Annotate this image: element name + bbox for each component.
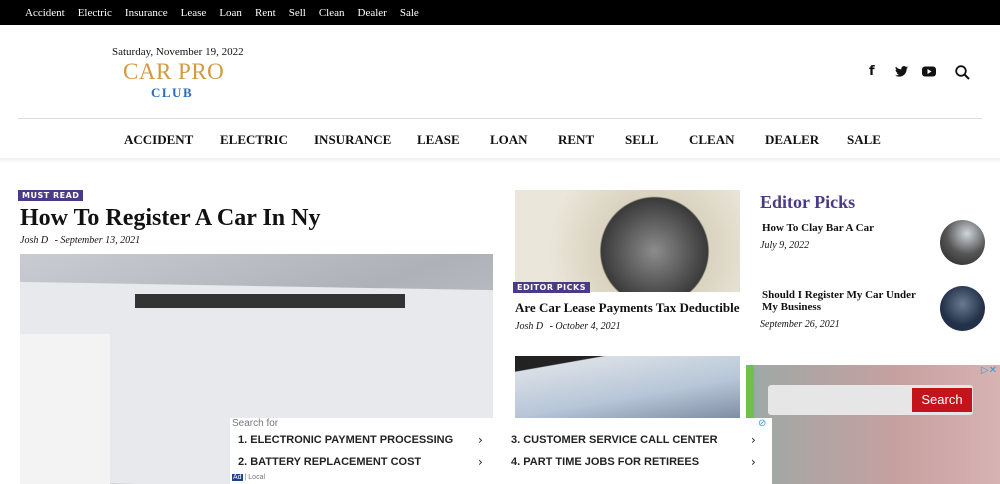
topnav-sell[interactable]: Sell [289, 7, 306, 19]
pick-date: July 9, 2022 [760, 240, 810, 251]
chevron-right-icon[interactable]: › [478, 433, 483, 447]
main-nav: ACCIDENT ELECTRIC INSURANCE LEASE LOAN R… [0, 132, 1000, 148]
ad-footer: Ad | Local [232, 474, 265, 481]
header-date: Saturday, November 19, 2022 [112, 46, 244, 58]
ad-search-button[interactable]: Search [912, 388, 972, 412]
divider [18, 118, 982, 119]
nav-electric[interactable]: ELECTRIC [220, 132, 288, 148]
chevron-right-icon[interactable]: › [751, 455, 756, 469]
article-image[interactable] [515, 190, 740, 292]
nav-sale[interactable]: SALE [847, 132, 881, 148]
twitter-icon[interactable] [895, 66, 908, 77]
ad-search-for: Search for [232, 418, 279, 429]
pick-thumbnail[interactable] [940, 286, 985, 331]
category-badge[interactable]: MUST READ [18, 190, 84, 201]
ad-link[interactable]: 4. PART TIME JOBS FOR RETIREES [511, 456, 699, 468]
pick-date: September 26, 2021 [760, 319, 840, 330]
ad-close-icon[interactable]: ▷✕ [981, 365, 997, 376]
nav-insurance[interactable]: INSURANCE [314, 132, 391, 148]
search-icon[interactable] [955, 65, 970, 80]
nav-accident[interactable]: ACCIDENT [124, 132, 193, 148]
topnav-sale[interactable]: Sale [400, 7, 419, 19]
pick-title[interactable]: How To Clay Bar A Car [762, 222, 932, 234]
chevron-right-icon[interactable]: › [478, 455, 483, 469]
author[interactable]: Josh D [20, 235, 48, 246]
topnav-clean[interactable]: Clean [319, 7, 345, 19]
chevron-right-icon[interactable]: › [751, 433, 756, 447]
adchoices-icon[interactable]: ⊘ [758, 418, 766, 429]
logo-subtitle[interactable]: CLUB [151, 85, 193, 101]
article-meta: Josh D - October 4, 2021 [515, 321, 621, 332]
ad-link[interactable]: 2. BATTERY REPLACEMENT COST [238, 456, 421, 468]
nav-sell[interactable]: SELL [625, 132, 658, 148]
author[interactable]: Josh D [515, 321, 543, 332]
ad-footer-text: | Local [244, 474, 266, 481]
post-date: - September 13, 2021 [54, 235, 141, 246]
category-badge[interactable]: EDITOR PICKS [513, 282, 590, 293]
top-nav: Accident Electric Insurance Lease Loan R… [0, 0, 1000, 25]
topnav-electric[interactable]: Electric [78, 7, 112, 19]
topnav-insurance[interactable]: Insurance [125, 7, 168, 19]
pick-thumbnail[interactable] [940, 220, 985, 265]
ad-link[interactable]: 3. CUSTOMER SERVICE CALL CENTER [511, 434, 718, 446]
topnav-loan[interactable]: Loan [219, 7, 242, 19]
ad-link[interactable]: 1. ELECTRONIC PAYMENT PROCESSING [238, 434, 453, 446]
editor-picks-heading: Editor Picks [760, 192, 856, 212]
facebook-icon[interactable]: f [869, 64, 875, 79]
nav-loan[interactable]: LOAN [490, 132, 528, 148]
topnav-rent[interactable]: Rent [255, 7, 276, 19]
topnav-dealer[interactable]: Dealer [358, 7, 387, 19]
pick-title[interactable]: Should I Register My Car Under My Busine… [762, 289, 932, 313]
ad-label: Ad [232, 474, 243, 481]
nav-clean[interactable]: CLEAN [689, 132, 735, 148]
post-date: - October 4, 2021 [549, 321, 621, 332]
featured-meta: Josh D - September 13, 2021 [20, 235, 140, 246]
topnav-accident[interactable]: Accident [25, 7, 65, 19]
topnav-lease[interactable]: Lease [181, 7, 207, 19]
featured-title[interactable]: How To Register A Car In Ny [20, 205, 320, 232]
nav-shadow [0, 158, 1000, 164]
nav-dealer[interactable]: DEALER [765, 132, 819, 148]
article-title[interactable]: Are Car Lease Payments Tax Deductible [515, 300, 739, 316]
nav-rent[interactable]: RENT [558, 132, 594, 148]
article-image[interactable] [515, 356, 740, 418]
nav-lease[interactable]: LEASE [417, 132, 460, 148]
youtube-icon[interactable] [922, 66, 936, 77]
logo[interactable]: CAR PRO [123, 59, 224, 85]
search-ad: Search for 1. ELECTRONIC PAYMENT PROCESS… [230, 418, 772, 484]
side-ad[interactable]: Search ▷✕ [746, 365, 1000, 484]
